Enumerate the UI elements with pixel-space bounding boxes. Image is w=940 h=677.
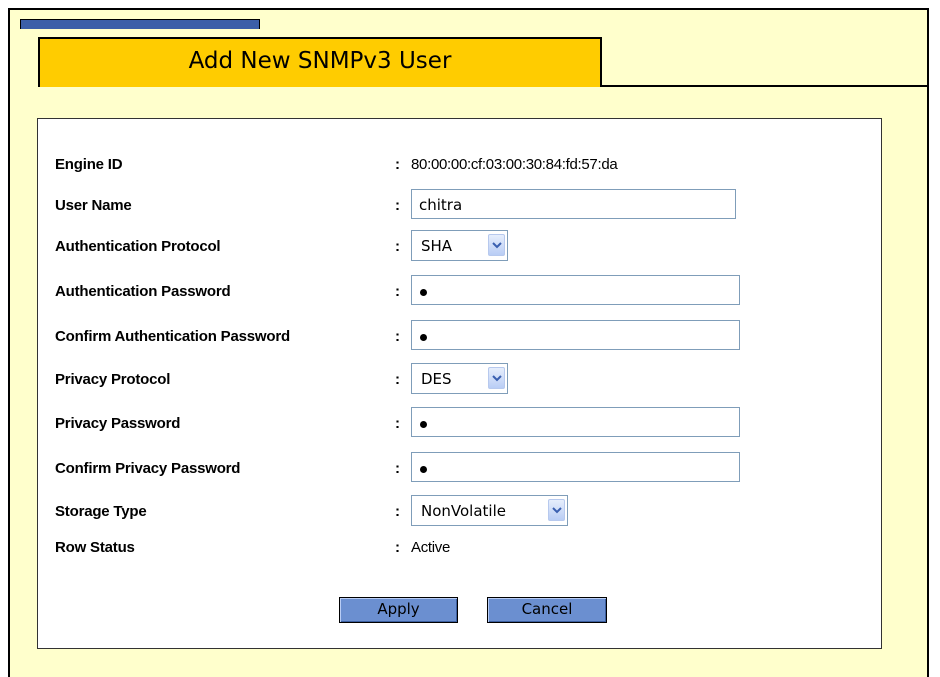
separator: :: [395, 503, 400, 520]
separator: :: [395, 415, 400, 432]
auth-protocol-value: SHA: [421, 237, 453, 255]
top-accent-bar: [20, 19, 260, 29]
apply-button[interactable]: Apply: [339, 597, 458, 623]
storage-type-value: NonVolatile: [421, 502, 506, 520]
chevron-down-icon[interactable]: [488, 234, 505, 256]
row-status-label: Row Status: [55, 539, 135, 556]
separator: :: [395, 283, 400, 300]
confirm-privacy-password-input[interactable]: [411, 452, 740, 482]
storage-type-select[interactable]: NonVolatile: [411, 495, 568, 526]
confirm-privacy-password-label: Confirm Privacy Password: [55, 460, 241, 477]
cancel-button[interactable]: Cancel: [487, 597, 607, 623]
password-mask: [420, 289, 427, 296]
row-status-value: Active: [411, 539, 451, 556]
title-divider: [602, 85, 929, 87]
auth-protocol-label: Authentication Protocol: [55, 238, 221, 255]
confirm-auth-password-input[interactable]: [411, 320, 740, 350]
user-name-label: User Name: [55, 197, 132, 214]
engine-id-value: 80:00:00:cf:03:00:30:84:fd:57:da: [411, 156, 618, 173]
privacy-password-input[interactable]: [411, 407, 740, 437]
auth-password-label: Authentication Password: [55, 283, 231, 300]
confirm-auth-password-label: Confirm Authentication Password: [55, 328, 290, 345]
password-mask: [420, 334, 427, 341]
separator: :: [395, 371, 400, 388]
separator: :: [395, 539, 400, 556]
user-name-input[interactable]: chitra: [411, 189, 736, 219]
auth-password-input[interactable]: [411, 275, 740, 305]
storage-type-label: Storage Type: [55, 503, 147, 520]
chevron-down-icon[interactable]: [548, 499, 565, 521]
password-mask: [420, 466, 427, 473]
privacy-password-label: Privacy Password: [55, 415, 181, 432]
separator: :: [395, 238, 400, 255]
separator: :: [395, 328, 400, 345]
privacy-protocol-label: Privacy Protocol: [55, 371, 171, 388]
chevron-down-icon[interactable]: [488, 367, 505, 389]
auth-protocol-select[interactable]: SHA: [411, 230, 508, 261]
separator: :: [395, 156, 400, 173]
privacy-protocol-value: DES: [421, 370, 452, 388]
password-mask: [420, 421, 427, 428]
separator: :: [395, 460, 400, 477]
page-title: Add New SNMPv3 User: [188, 48, 452, 74]
title-tab: Add New SNMPv3 User: [38, 37, 602, 87]
privacy-protocol-select[interactable]: DES: [411, 363, 508, 394]
engine-id-label: Engine ID: [55, 156, 123, 173]
separator: :: [395, 197, 400, 214]
